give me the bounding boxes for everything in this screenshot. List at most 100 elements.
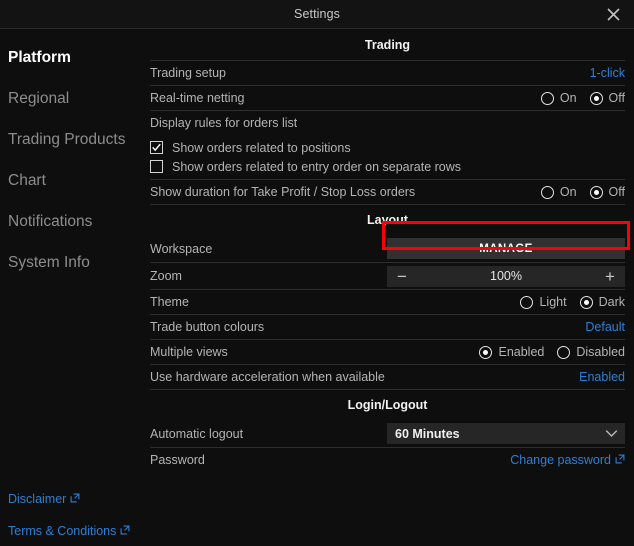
display-rules-label: Display rules for orders list bbox=[150, 116, 298, 130]
close-icon[interactable] bbox=[600, 3, 626, 25]
sidebar-item-label: Regional bbox=[8, 89, 70, 107]
theme-label: Theme bbox=[150, 295, 189, 309]
row-trade-button-colours: Trade button colours Default bbox=[150, 314, 625, 339]
sidebar-item-trading-products[interactable]: Trading Products bbox=[0, 119, 150, 160]
radio-label: Off bbox=[608, 91, 625, 105]
radio-icon bbox=[589, 185, 603, 199]
radio-label: Disabled bbox=[576, 345, 625, 359]
row-realtime-netting: Real-time netting On Off bbox=[150, 85, 625, 110]
sidebar-item-notifications[interactable]: Notifications bbox=[0, 201, 150, 242]
sidebar-item-label: Trading Products bbox=[8, 130, 126, 148]
multiple-views-option-disabled[interactable]: Disabled bbox=[557, 345, 625, 359]
row-theme: Theme Light Dark bbox=[150, 289, 625, 314]
checkbox-label: Show orders related to positions bbox=[172, 140, 351, 155]
automatic-logout-select[interactable]: 60 Minutes bbox=[387, 423, 625, 444]
trading-setup-value[interactable]: 1-click bbox=[590, 66, 625, 80]
zoom-decrease-button[interactable]: − bbox=[394, 268, 410, 285]
realtime-netting-option-on[interactable]: On bbox=[540, 91, 577, 105]
sidebar-item-platform[interactable]: Platform bbox=[0, 37, 150, 78]
terms-conditions-label: Terms & Conditions bbox=[8, 524, 117, 538]
multiple-views-label: Multiple views bbox=[150, 345, 228, 359]
window-title: Settings bbox=[294, 7, 340, 21]
realtime-netting-option-off[interactable]: Off bbox=[589, 91, 625, 105]
sidebar: Platform Regional Trading Products Chart… bbox=[0, 29, 150, 546]
manage-button[interactable]: MANAGE bbox=[387, 238, 625, 259]
password-label: Password bbox=[150, 453, 205, 467]
disclaimer-label: Disclaimer bbox=[8, 492, 67, 506]
row-trading-setup: Trading setup 1-click bbox=[150, 60, 625, 85]
workspace-control: MANAGE bbox=[387, 238, 625, 259]
automatic-logout-control: 60 Minutes bbox=[387, 423, 625, 444]
sidebar-item-regional[interactable]: Regional bbox=[0, 78, 150, 119]
theme-radio-group: Light Dark bbox=[520, 295, 625, 309]
section-title-layout: Layout bbox=[367, 213, 408, 227]
tp-sl-duration-radio-group: On Off bbox=[540, 185, 625, 199]
radio-label: On bbox=[559, 185, 577, 199]
change-password-label: Change password bbox=[510, 453, 611, 467]
radio-icon bbox=[579, 295, 593, 309]
row-display-rules: Display rules for orders list bbox=[150, 110, 625, 135]
theme-option-light[interactable]: Light bbox=[520, 295, 567, 309]
radio-label: Light bbox=[539, 295, 567, 309]
sidebar-item-label: Notifications bbox=[8, 212, 93, 230]
automatic-logout-label: Automatic logout bbox=[150, 426, 244, 441]
sidebar-item-label: System Info bbox=[8, 253, 90, 271]
display-rules-checkbox-list: Show orders related to positions Show or… bbox=[150, 135, 625, 179]
sidebar-item-label: Chart bbox=[8, 171, 46, 189]
title-bar: Settings bbox=[0, 0, 634, 29]
row-hardware-acceleration: Use hardware acceleration when available… bbox=[150, 364, 625, 389]
radio-label: Off bbox=[608, 185, 625, 199]
hardware-acceleration-value[interactable]: Enabled bbox=[579, 370, 625, 384]
radio-label: Enabled bbox=[498, 345, 545, 359]
sidebar-footer: Disclaimer Terms & Conditions bbox=[8, 492, 130, 546]
theme-option-dark[interactable]: Dark bbox=[579, 295, 625, 309]
terms-conditions-link[interactable]: Terms & Conditions bbox=[8, 524, 130, 538]
tp-sl-duration-option-on[interactable]: On bbox=[540, 185, 577, 199]
radio-icon bbox=[540, 91, 554, 105]
checkbox-label: Show orders related to entry order on se… bbox=[172, 159, 462, 174]
checkbox-icon bbox=[150, 160, 163, 173]
realtime-netting-radio-group: On Off bbox=[540, 91, 625, 105]
external-link-icon bbox=[70, 492, 80, 506]
chevron-down-icon bbox=[605, 425, 618, 443]
workspace-label: Workspace bbox=[150, 241, 213, 256]
external-link-icon bbox=[120, 524, 130, 538]
row-multiple-views: Multiple views Enabled Disabled bbox=[150, 339, 625, 364]
row-automatic-logout: Automatic logout 60 Minutes bbox=[150, 420, 625, 447]
zoom-control: − 100% + bbox=[387, 265, 625, 287]
zoom-stepper: − 100% + bbox=[387, 265, 625, 287]
checkbox-icon bbox=[150, 141, 163, 154]
hardware-acceleration-label: Use hardware acceleration when available bbox=[150, 370, 385, 384]
sidebar-item-chart[interactable]: Chart bbox=[0, 160, 150, 201]
multiple-views-option-enabled[interactable]: Enabled bbox=[479, 345, 544, 359]
settings-window: Settings Platform Regional Trading Produ… bbox=[0, 0, 634, 546]
radio-label: Dark bbox=[598, 295, 625, 309]
checkbox-show-orders-entry-separate-rows[interactable]: Show orders related to entry order on se… bbox=[150, 157, 625, 176]
trade-button-colours-value[interactable]: Default bbox=[585, 320, 625, 334]
checkbox-show-orders-related-to-positions[interactable]: Show orders related to positions bbox=[150, 138, 625, 157]
window-body: Platform Regional Trading Products Chart… bbox=[0, 29, 634, 546]
external-link-icon bbox=[615, 453, 625, 467]
zoom-label: Zoom bbox=[150, 269, 182, 283]
multiple-views-radio-group: Enabled Disabled bbox=[479, 345, 625, 359]
section-title-login-logout: Login/Logout bbox=[347, 398, 428, 412]
zoom-value: 100% bbox=[490, 269, 522, 283]
tp-sl-duration-label: Show duration for Take Profit / Stop Los… bbox=[150, 185, 416, 199]
row-password: Password Change password bbox=[150, 447, 625, 472]
row-zoom: Zoom − 100% + bbox=[150, 262, 625, 289]
tp-sl-duration-option-off[interactable]: Off bbox=[589, 185, 625, 199]
radio-icon bbox=[540, 185, 554, 199]
radio-icon bbox=[557, 345, 571, 359]
settings-content: Trading Trading setup 1-click Real-time … bbox=[150, 29, 634, 546]
radio-icon bbox=[479, 345, 493, 359]
trade-button-colours-label: Trade button colours bbox=[150, 320, 265, 334]
disclaimer-link[interactable]: Disclaimer bbox=[8, 492, 130, 506]
zoom-increase-button[interactable]: + bbox=[602, 268, 618, 285]
row-tp-sl-duration: Show duration for Take Profit / Stop Los… bbox=[150, 179, 625, 204]
automatic-logout-value: 60 Minutes bbox=[395, 426, 460, 441]
trading-setup-label: Trading setup bbox=[150, 66, 226, 80]
radio-icon bbox=[520, 295, 534, 309]
section-title-trading: Trading bbox=[364, 38, 411, 52]
change-password-link[interactable]: Change password bbox=[510, 453, 625, 467]
sidebar-item-system-info[interactable]: System Info bbox=[0, 242, 150, 283]
